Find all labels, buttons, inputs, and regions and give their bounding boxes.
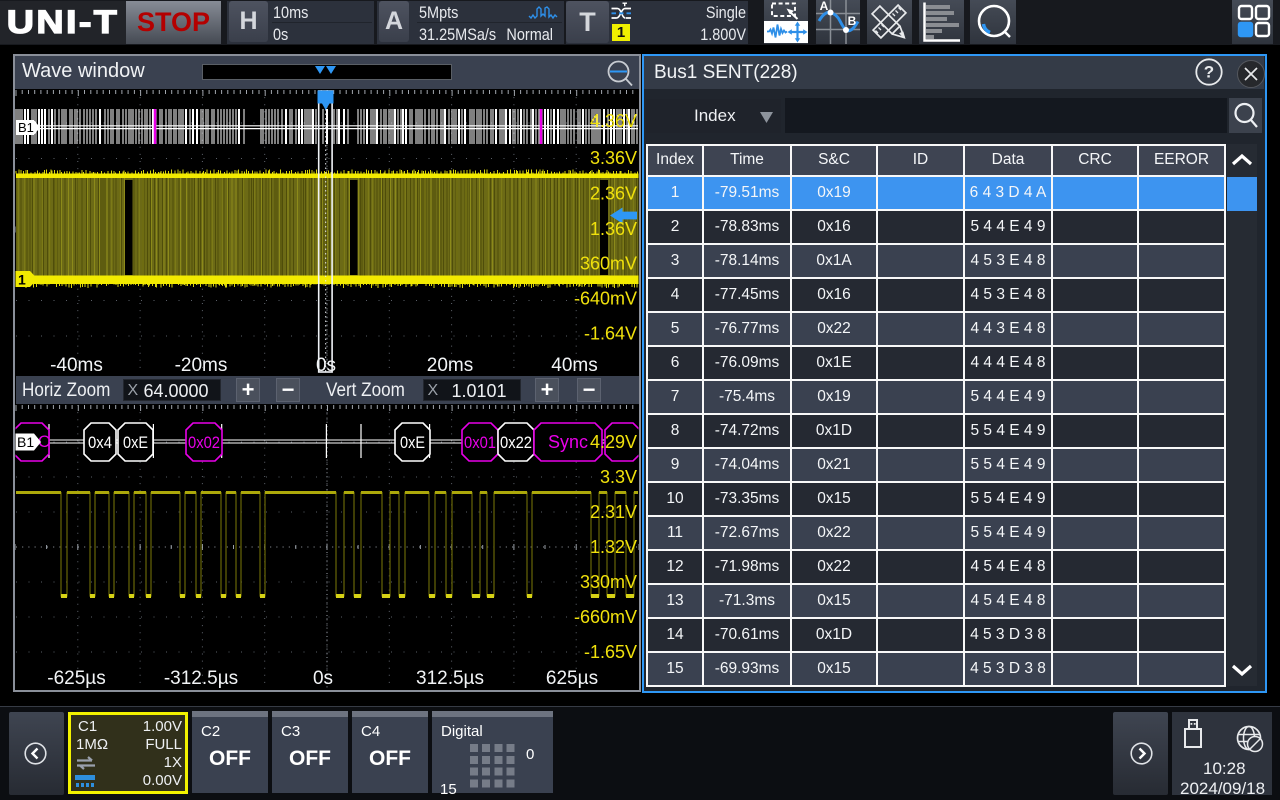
svg-text:B1: B1	[18, 120, 34, 135]
svg-text:0x4: 0x4	[88, 433, 112, 452]
svg-text:4.36V: 4.36V	[590, 111, 637, 131]
svg-text:-1.65V: -1.65V	[584, 642, 637, 662]
svg-text:0s: 0s	[316, 355, 336, 376]
svg-text:4.29V: 4.29V	[590, 432, 637, 452]
svg-text:1: 1	[18, 272, 26, 288]
svg-text:-40ms: -40ms	[50, 355, 103, 376]
svg-text:0x01: 0x01	[464, 433, 496, 452]
svg-text:1.36V: 1.36V	[590, 219, 637, 239]
svg-text:360mV: 360mV	[580, 254, 637, 274]
svg-text:B1: B1	[17, 434, 34, 450]
svg-text:40ms: 40ms	[551, 355, 597, 376]
svg-text:2.31V: 2.31V	[590, 502, 637, 522]
svg-text:0x22: 0x22	[500, 433, 532, 452]
svg-text:1.32V: 1.32V	[590, 537, 637, 557]
svg-text:2.36V: 2.36V	[590, 184, 637, 204]
svg-text:3.3V: 3.3V	[600, 467, 637, 487]
svg-text:20ms: 20ms	[427, 355, 473, 376]
svg-text:0x02: 0x02	[188, 433, 220, 452]
svg-text:625µs: 625µs	[546, 668, 598, 689]
svg-text:-20ms: -20ms	[175, 355, 228, 376]
svg-text:312.5µs: 312.5µs	[416, 668, 484, 689]
svg-text:0s: 0s	[313, 668, 333, 689]
svg-text:-660mV: -660mV	[574, 607, 637, 627]
svg-text:0xE: 0xE	[123, 433, 148, 452]
svg-text:0xE: 0xE	[400, 433, 425, 452]
svg-text:-640mV: -640mV	[574, 289, 637, 309]
svg-text:Sync: Sync	[548, 432, 588, 452]
svg-text:-1.64V: -1.64V	[584, 324, 637, 344]
svg-text:-312.5µs: -312.5µs	[164, 668, 238, 689]
svg-text:330mV: 330mV	[580, 572, 637, 592]
svg-text:-625µs: -625µs	[47, 668, 105, 689]
svg-text:3.36V: 3.36V	[590, 148, 637, 168]
